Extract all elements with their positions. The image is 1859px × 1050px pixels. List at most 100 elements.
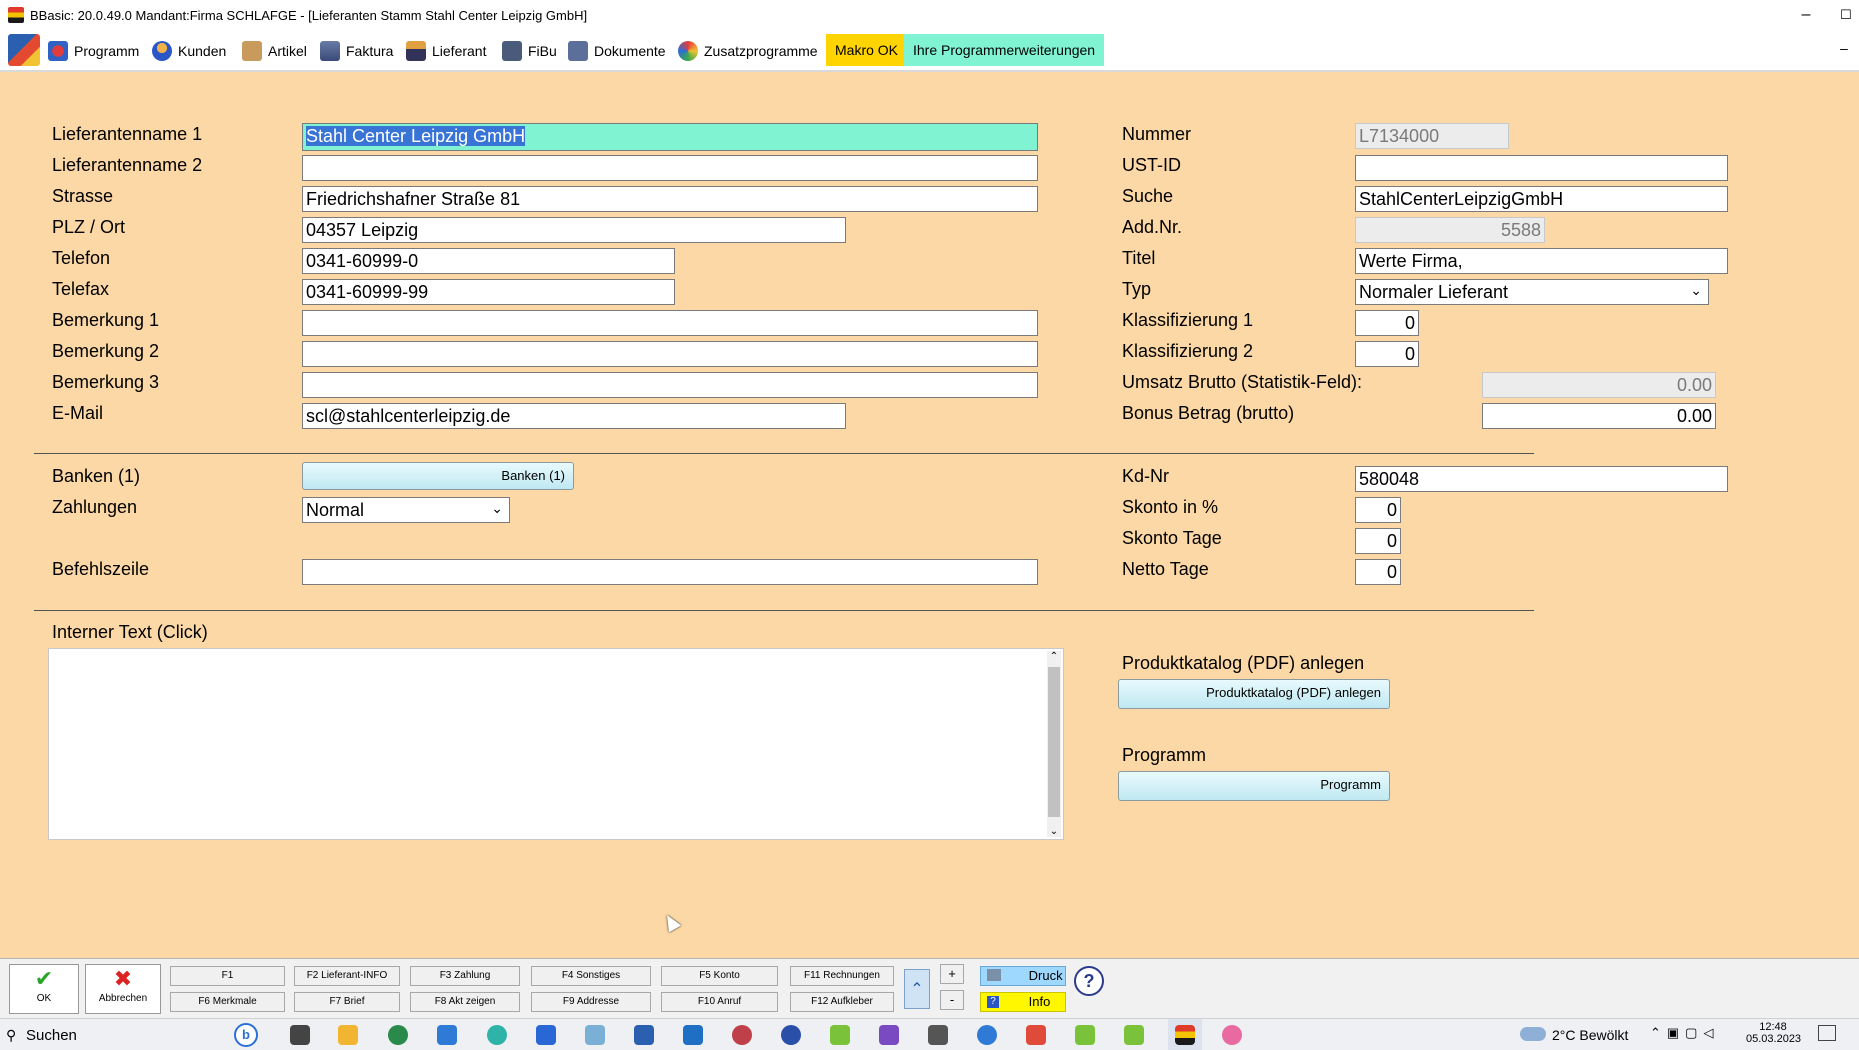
menu-artikel[interactable]: Artikel	[242, 40, 307, 62]
app-icon[interactable]	[732, 1025, 752, 1045]
menu-programm[interactable]: Programm	[48, 40, 139, 62]
lieferantenname2-input[interactable]	[302, 155, 1038, 181]
customers-icon	[152, 41, 172, 61]
zahlungen-select[interactable]: Normal ⌄	[302, 497, 510, 523]
telefax-input[interactable]: 0341-60999-99	[302, 279, 675, 305]
f5-konto-button[interactable]: F5 Konto	[661, 966, 778, 986]
titel-input[interactable]: Werte Firma,	[1355, 248, 1728, 274]
task-view-icon[interactable]	[290, 1025, 310, 1045]
app-icon[interactable]	[781, 1025, 801, 1045]
f6-merkmale-button[interactable]: F6 Merkmale	[170, 992, 285, 1012]
menu-dokumente[interactable]: Dokumente	[568, 40, 666, 62]
app-icon[interactable]	[830, 1025, 850, 1045]
scrollbar-thumb[interactable]	[1048, 667, 1060, 817]
visual-studio-icon[interactable]	[879, 1025, 899, 1045]
menu-kunden[interactable]: Kunden	[152, 40, 226, 62]
label-nummer: Nummer	[1122, 124, 1192, 144]
produktkatalog-button[interactable]: Produktkatalog (PDF) anlegen	[1118, 679, 1390, 709]
app-logo-icon[interactable]	[8, 34, 40, 66]
programm-button[interactable]: Programm	[1118, 771, 1390, 801]
app-icon[interactable]	[1075, 1025, 1095, 1045]
file-explorer-icon[interactable]	[338, 1025, 358, 1045]
plz-ort-input[interactable]: 04357 Leipzig	[302, 217, 846, 243]
label-strasse: Strasse	[52, 186, 114, 206]
netto-tage-input[interactable]: 0	[1355, 559, 1401, 585]
email-input[interactable]: scl@stahlcenterleipzig.de	[302, 403, 846, 429]
klassifizierung1-input[interactable]: 0	[1355, 310, 1419, 336]
label-skonto-tage: Skonto Tage	[1122, 528, 1222, 548]
chrome-icon[interactable]	[388, 1025, 408, 1045]
scroll-up-icon[interactable]: ⌃	[1047, 651, 1061, 662]
app-icon[interactable]	[1026, 1025, 1046, 1045]
bing-icon[interactable]: b	[234, 1023, 258, 1047]
label-skonto: Skonto in %	[1122, 497, 1219, 517]
app-icon[interactable]	[437, 1025, 457, 1045]
f3-zahlung-button[interactable]: F3 Zahlung	[410, 966, 520, 986]
plus-button[interactable]: +	[940, 964, 964, 984]
menu-faktura[interactable]: Faktura	[320, 40, 393, 62]
addnr-input: 5588	[1355, 217, 1545, 243]
info-button[interactable]: ? Info	[980, 992, 1066, 1012]
bemerkung2-input[interactable]	[302, 341, 1038, 367]
outlook-icon[interactable]	[683, 1025, 703, 1045]
menu-fibu[interactable]: FiBu	[502, 40, 557, 62]
makro-ok-button[interactable]: Makro OK	[826, 34, 908, 66]
kd-nr-input[interactable]: 580048	[1355, 466, 1728, 492]
befehlszeile-input[interactable]	[302, 559, 1038, 585]
app-icon[interactable]	[977, 1025, 997, 1045]
label-umsatz-brutto: Umsatz Brutto (Statistik-Feld):	[1122, 372, 1363, 392]
music-icon[interactable]	[1222, 1025, 1242, 1045]
f10-anruf-button[interactable]: F10 Anruf	[661, 992, 778, 1012]
f12-aufkleber-button[interactable]: F12 Aufkleber	[790, 992, 894, 1012]
bonus-betrag-input[interactable]: 0.00	[1482, 403, 1716, 429]
program-extensions-button[interactable]: Ihre Programmerweiterungen	[904, 34, 1105, 66]
expand-up-icon[interactable]: ⌃	[904, 969, 930, 1009]
taskbar-search[interactable]: Suchen	[26, 1027, 77, 1044]
app-icon[interactable]	[1124, 1025, 1144, 1045]
clock[interactable]: 12:48 05.03.2023	[1746, 1021, 1801, 1045]
menu-collapse-button[interactable]: –	[1840, 40, 1848, 56]
minimize-button[interactable]: –	[1792, 4, 1820, 26]
weather-text[interactable]: 2°C Bewölkt	[1552, 1027, 1628, 1043]
lieferantenname1-input[interactable]: Stahl Center Leipzig GmbH	[302, 123, 1038, 151]
word-icon[interactable]	[634, 1025, 654, 1045]
druck-button[interactable]: Druck	[980, 966, 1066, 986]
f11-rechnungen-button[interactable]: F11 Rechnungen	[790, 966, 894, 986]
f7-brief-button[interactable]: F7 Brief	[294, 992, 400, 1012]
help-icon[interactable]: ?	[1074, 966, 1104, 996]
scrollbar[interactable]: ⌃ ⌄	[1047, 651, 1061, 837]
f2-lieferant-info-button[interactable]: F2 Lieferant-INFO	[294, 966, 400, 986]
suche-input[interactable]: StahlCenterLeipzigGmbH	[1355, 186, 1728, 212]
bemerkung1-input[interactable]	[302, 310, 1038, 336]
maximize-button[interactable]: ☐	[1832, 4, 1859, 26]
typ-select[interactable]: Normaler Lieferant ⌄	[1355, 279, 1709, 305]
abbrechen-button[interactable]: ✖ Abbrechen	[85, 964, 161, 1014]
bemerkung3-input[interactable]	[302, 372, 1038, 398]
app-icon[interactable]	[585, 1025, 605, 1045]
minus-button[interactable]: -	[940, 990, 964, 1010]
menu-zusatzprogramme[interactable]: Zusatzprogramme	[678, 40, 818, 62]
klassifizierung2-input[interactable]: 0	[1355, 341, 1419, 367]
calculator-icon[interactable]	[928, 1025, 948, 1045]
scroll-down-icon[interactable]: ⌄	[1047, 826, 1061, 837]
telefon-input[interactable]: 0341-60999-0	[302, 248, 675, 274]
search-icon[interactable]: ⚲	[6, 1027, 16, 1044]
skonto-tage-input[interactable]: 0	[1355, 528, 1401, 554]
f1-button[interactable]: F1	[170, 966, 285, 986]
internal-text-area[interactable]: ⌃ ⌄	[48, 648, 1064, 840]
ok-button[interactable]: ✔ OK	[9, 964, 79, 1014]
strasse-input[interactable]: Friedrichshafner Straße 81	[302, 186, 1038, 212]
app-icon	[8, 7, 24, 23]
ust-id-input[interactable]	[1355, 155, 1728, 181]
banken-button[interactable]: Banken (1)	[302, 462, 574, 490]
f4-sonstiges-button[interactable]: F4 Sonstiges	[531, 966, 651, 986]
bbasic-app-icon[interactable]	[1175, 1025, 1195, 1045]
system-tray-icons[interactable]: ⌃▣▢◁	[1650, 1025, 1719, 1041]
f8-akt-zeigen-button[interactable]: F8 Akt zeigen	[410, 992, 520, 1012]
edge-icon[interactable]	[487, 1025, 507, 1045]
notification-icon[interactable]	[1818, 1025, 1836, 1041]
skonto-input[interactable]: 0	[1355, 497, 1401, 523]
menu-lieferant[interactable]: Lieferant	[406, 40, 486, 62]
f9-addresse-button[interactable]: F9 Addresse	[531, 992, 651, 1012]
store-icon[interactable]	[536, 1025, 556, 1045]
